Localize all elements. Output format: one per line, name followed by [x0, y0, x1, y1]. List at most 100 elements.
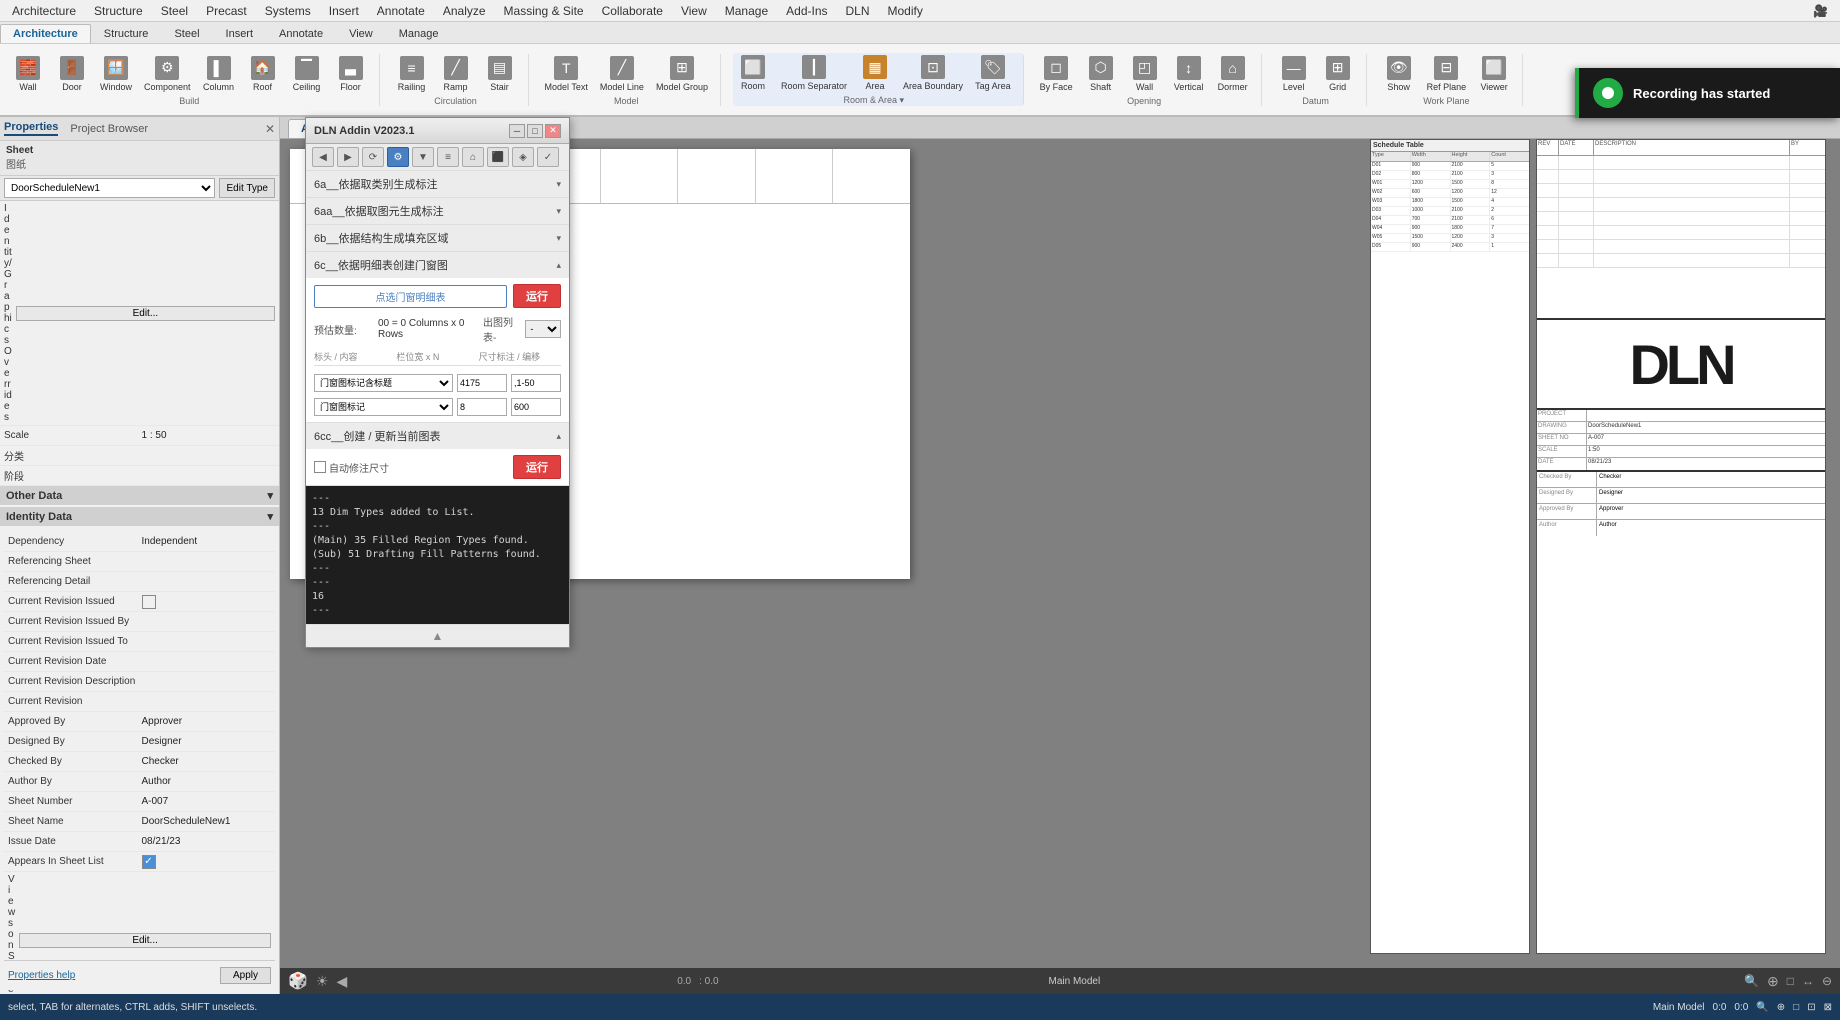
- views-on-sheet-edit[interactable]: Edit...: [19, 933, 271, 948]
- menu-architecture[interactable]: Architecture: [4, 2, 84, 20]
- status-icon-1[interactable]: 🔍: [1756, 1002, 1768, 1013]
- zoom-in-icon[interactable]: ⊕: [1767, 973, 1779, 990]
- ribbon-tab-view[interactable]: View: [336, 24, 386, 43]
- ribbon-tool-room[interactable]: ⬜ Room: [733, 53, 773, 93]
- sun-icon[interactable]: ☀: [316, 973, 329, 990]
- view-dropdown[interactable]: DoorScheduleNew1: [4, 178, 215, 198]
- row2-col3-input[interactable]: [511, 398, 561, 416]
- zoom-out-icon[interactable]: 🔍: [1744, 974, 1759, 988]
- ribbon-tool-ceiling[interactable]: ▔ Ceiling: [287, 54, 327, 94]
- ribbon-tool-model-line[interactable]: ╱ Model Line: [596, 54, 648, 94]
- dln-collapse-btn[interactable]: ▲: [432, 629, 444, 643]
- ribbon-tool-floor[interactable]: ▃ Floor: [331, 54, 371, 94]
- apply-button[interactable]: Apply: [220, 967, 271, 984]
- dln-tool-check[interactable]: ✓: [537, 147, 559, 167]
- status-icon-4[interactable]: ⊡: [1807, 1002, 1815, 1013]
- fit-view-icon[interactable]: □: [1787, 974, 1794, 988]
- ribbon-tool-dormer[interactable]: ⌂ Dormer: [1213, 54, 1253, 94]
- menu-modify[interactable]: Modify: [880, 2, 931, 20]
- ribbon-tab-manage[interactable]: Manage: [386, 24, 452, 43]
- dln-section-6b-header[interactable]: 6b__依据结构生成填充区域 ▾: [306, 225, 569, 251]
- ribbon-tool-door[interactable]: 🚪 Door: [52, 54, 92, 94]
- ribbon-tool-level[interactable]: — Level: [1274, 54, 1314, 94]
- dln-tool-refresh[interactable]: ⟳: [362, 147, 384, 167]
- dln-section-6cc-header[interactable]: 6cc__创建 / 更新当前图表 ▴: [306, 423, 569, 449]
- project-browser-tab[interactable]: Project Browser: [70, 123, 148, 135]
- menu-annotate[interactable]: Annotate: [369, 2, 433, 20]
- ribbon-tool-ramp[interactable]: ╱ Ramp: [436, 54, 476, 94]
- ribbon-tool-show[interactable]: 👁 Show: [1379, 54, 1419, 94]
- select-schedule-btn[interactable]: 点选门窗明细表: [314, 285, 507, 308]
- run-6cc-btn[interactable]: 运行: [513, 455, 561, 479]
- ribbon-tool-shaft[interactable]: ⬡ Shaft: [1081, 54, 1121, 94]
- ribbon-tool-ref-plane[interactable]: ⊟ Ref Plane: [1423, 54, 1471, 94]
- menu-insert[interactable]: Insert: [321, 2, 367, 20]
- menu-structure[interactable]: Structure: [86, 2, 151, 20]
- ribbon-tool-component[interactable]: ⚙ Component: [140, 54, 195, 94]
- menu-video[interactable]: 🎥: [1805, 2, 1836, 20]
- ribbon-tool-vertical[interactable]: ↕ Vertical: [1169, 54, 1209, 94]
- dln-tool-home[interactable]: ⌂: [462, 147, 484, 167]
- ribbon-tab-insert[interactable]: Insert: [213, 24, 267, 43]
- status-icon-2[interactable]: ⊕: [1777, 1002, 1785, 1013]
- dln-section-6aa-header[interactable]: 6aa__依据取图元生成标注 ▾: [306, 198, 569, 224]
- ribbon-tool-room-sep[interactable]: ┃ Room Separator: [777, 53, 851, 93]
- menu-dln[interactable]: DLN: [838, 2, 878, 20]
- ribbon-tab-steel[interactable]: Steel: [161, 24, 212, 43]
- identity-data-header[interactable]: Identity Data ▾: [0, 507, 279, 526]
- ribbon-tool-tag-area[interactable]: 🏷 Tag Area: [971, 53, 1015, 93]
- other-data-header[interactable]: Other Data ▾: [0, 486, 279, 505]
- ribbon-tab-structure[interactable]: Structure: [91, 24, 162, 43]
- menu-massing[interactable]: Massing & Site: [496, 2, 592, 20]
- dln-tool-forward[interactable]: ▶: [337, 147, 359, 167]
- ribbon-tool-roof[interactable]: 🏠 Roof: [243, 54, 283, 94]
- menu-collaborate[interactable]: Collaborate: [594, 2, 671, 20]
- status-icon-5[interactable]: ⊠: [1824, 1002, 1832, 1013]
- auto-dim-checkbox-label[interactable]: 自动修注尺寸: [314, 460, 389, 475]
- dln-tool-block[interactable]: ⬛: [487, 147, 509, 167]
- menu-precast[interactable]: Precast: [198, 2, 255, 20]
- menu-manage[interactable]: Manage: [717, 2, 776, 20]
- dialog-minimize-btn[interactable]: ─: [509, 124, 525, 138]
- status-icon-3[interactable]: □: [1793, 1002, 1799, 1013]
- ribbon-tool-area[interactable]: ▦ Area: [855, 53, 895, 93]
- row2-col1-select[interactable]: 门窗图标记: [314, 398, 453, 416]
- row1-col2-input[interactable]: [457, 374, 507, 392]
- ribbon-tool-grid[interactable]: ⊞ Grid: [1318, 54, 1358, 94]
- run-6c-btn[interactable]: 运行: [513, 284, 561, 308]
- sync-icon[interactable]: ↔: [1802, 974, 1814, 988]
- menu-view[interactable]: View: [673, 2, 715, 20]
- ribbon-tab-annotate[interactable]: Annotate: [266, 24, 336, 43]
- dln-section-6a-header[interactable]: 6a__依据取类别生成标注 ▾: [306, 171, 569, 197]
- dln-tool-diamond[interactable]: ◈: [512, 147, 534, 167]
- menu-analyze[interactable]: Analyze: [435, 2, 494, 20]
- dialog-close-btn[interactable]: ✕: [545, 124, 561, 138]
- view-cube-icon[interactable]: 🎲: [288, 971, 308, 991]
- ribbon-tool-viewer[interactable]: ⬜ Viewer: [1474, 54, 1514, 94]
- ribbon-tool-railing[interactable]: ≡ Railing: [392, 54, 432, 94]
- ribbon-tab-architecture[interactable]: Architecture: [0, 24, 91, 43]
- zoom-percent-icon[interactable]: ⊖: [1822, 974, 1832, 988]
- row1-col3-input[interactable]: [511, 374, 561, 392]
- dln-tool-dropdown[interactable]: ▼: [412, 147, 434, 167]
- left-panel-close-btn[interactable]: ✕: [265, 122, 275, 136]
- menu-steel[interactable]: Steel: [153, 2, 196, 20]
- ribbon-tool-wall[interactable]: 🧱 Wall: [8, 54, 48, 94]
- output-col-select[interactable]: -: [525, 320, 561, 338]
- ribbon-tool-stair[interactable]: ▤ Stair: [480, 54, 520, 94]
- expand-icon[interactable]: ◀: [336, 973, 347, 990]
- dln-tool-menu[interactable]: ≡: [437, 147, 459, 167]
- ribbon-tool-window[interactable]: 🪟 Window: [96, 54, 136, 94]
- ribbon-tool-wall-open[interactable]: ◰ Wall: [1125, 54, 1165, 94]
- appears-in-sheet-list-checkbox[interactable]: ✓: [142, 855, 156, 869]
- dln-tool-settings[interactable]: ⚙: [387, 147, 409, 167]
- edit-type-button[interactable]: Edit Type: [219, 178, 275, 198]
- dialog-restore-btn[interactable]: □: [527, 124, 543, 138]
- graphics-overrides-edit[interactable]: Edit...: [16, 306, 275, 321]
- ribbon-tool-model-text[interactable]: T Model Text: [541, 54, 592, 94]
- menu-addins[interactable]: Add-Ins: [778, 2, 835, 20]
- row2-col2-input[interactable]: [457, 398, 507, 416]
- menu-systems[interactable]: Systems: [257, 2, 319, 20]
- ribbon-tool-column[interactable]: ▌ Column: [199, 54, 239, 94]
- ribbon-tool-model-group[interactable]: ⊞ Model Group: [652, 54, 712, 94]
